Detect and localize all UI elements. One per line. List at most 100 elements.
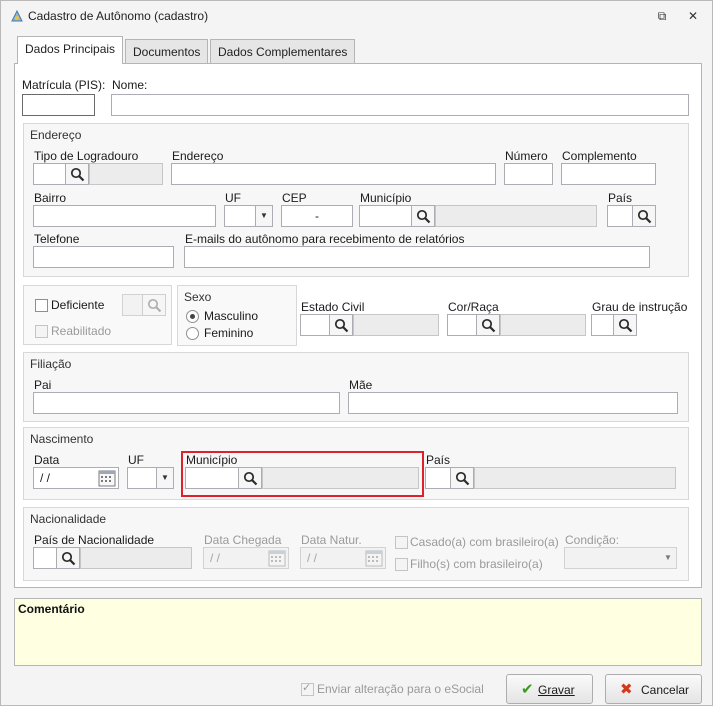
nascimento-pais-search-button[interactable] <box>450 467 474 489</box>
matricula-input[interactable] <box>22 94 95 116</box>
tipo-logradouro-code-input[interactable] <box>33 163 66 185</box>
nascimento-uf-dropdown-button[interactable]: ▼ <box>156 467 174 489</box>
cep-input[interactable]: - <box>281 205 353 227</box>
tab-dados-principais[interactable]: Dados Principais <box>17 36 124 64</box>
grau-instrucao-label: Grau de instrução <box>592 300 688 314</box>
nascimento-pais-code-input[interactable] <box>425 467 451 489</box>
sexo-masculino-label: Masculino <box>204 309 259 323</box>
deficiencia-search-button <box>142 294 166 316</box>
pais-nacionalidade-search-button[interactable] <box>56 547 80 569</box>
search-icon <box>70 167 85 182</box>
uf-select[interactable] <box>224 205 258 227</box>
grau-instrucao-code-input[interactable] <box>591 314 615 336</box>
complemento-input[interactable] <box>561 163 656 185</box>
comentario-label: Comentário <box>18 602 85 616</box>
complemento-label: Complemento <box>562 149 637 163</box>
tab-documentos[interactable]: Documentos <box>125 39 209 63</box>
casado-brasileiro-checkbox <box>395 536 408 549</box>
nascimento-pais-desc-field <box>474 467 676 489</box>
nome-input[interactable] <box>111 94 689 116</box>
estado-civil-code-input[interactable] <box>300 314 330 336</box>
nascimento-title: Nascimento <box>30 432 94 446</box>
deficiente-label: Deficiente <box>51 298 105 312</box>
restore-button[interactable]: ⧉ <box>654 8 670 24</box>
nascimento-data-label: Data <box>34 453 60 467</box>
nascimento-uf-label: UF <box>128 453 144 467</box>
mae-label: Mãe <box>349 378 373 392</box>
filhos-brasileiro-label: Filho(s) com brasileiro(a) <box>410 557 543 571</box>
condicao-label: Condição: <box>565 533 620 547</box>
cancelar-button[interactable]: ✖ Cancelar <box>605 674 702 704</box>
municipio-label: Município <box>360 191 412 205</box>
grau-instrucao-search-button[interactable] <box>613 314 637 336</box>
cep-label: CEP <box>282 191 307 205</box>
gravar-label: Gravar <box>538 683 575 697</box>
cor-raca-search-button[interactable] <box>476 314 500 336</box>
reabilitado-checkbox <box>35 325 48 338</box>
cancelar-label: Cancelar <box>641 683 690 697</box>
deficiente-checkbox[interactable] <box>35 299 48 312</box>
app-icon <box>11 9 23 22</box>
nome-label: Nome: <box>112 78 148 92</box>
tipo-logradouro-desc-field <box>89 163 163 185</box>
search-icon <box>61 551 76 566</box>
mae-input[interactable] <box>348 392 678 414</box>
close-button[interactable]: ✕ <box>685 8 701 24</box>
tipo-logradouro-search-button[interactable] <box>65 163 89 185</box>
search-icon <box>334 318 349 333</box>
search-icon <box>147 298 162 313</box>
filiacao-title: Filiação <box>30 357 72 371</box>
telefone-input[interactable] <box>33 246 174 268</box>
municipio-code-input[interactable] <box>359 205 412 227</box>
enviar-esocial-label: Enviar alteração para o eSocial <box>317 682 484 696</box>
data-natur-label: Data Natur. <box>301 533 362 547</box>
window: Cadastro de Autônomo (cadastro) ⧉ ✕ Dado… <box>0 0 713 706</box>
search-icon <box>416 209 431 224</box>
filhos-brasileiro-checkbox <box>395 558 408 571</box>
endereco-input[interactable] <box>171 163 496 185</box>
casado-brasileiro-label: Casado(a) com brasileiro(a) <box>410 535 559 549</box>
nacionalidade-title: Nacionalidade <box>30 512 107 526</box>
pais-code-input[interactable] <box>607 205 633 227</box>
calendar-icon <box>268 550 286 567</box>
chevron-down-icon: ▼ <box>161 473 169 482</box>
pais-search-button[interactable] <box>632 205 656 227</box>
check-icon: ✓ <box>302 682 312 694</box>
endereco-label: Endereço <box>172 149 224 163</box>
cor-raca-desc-field <box>500 314 586 336</box>
bairro-input[interactable] <box>33 205 216 227</box>
uf-label: UF <box>225 191 241 205</box>
deficiencia-code-input <box>122 294 143 316</box>
chevron-down-icon: ▼ <box>664 553 672 562</box>
chevron-down-icon: ▼ <box>260 211 268 220</box>
sexo-feminino-radio[interactable] <box>186 327 199 340</box>
search-icon <box>455 471 470 486</box>
gravar-button[interactable]: ✔ Gravar <box>506 674 593 704</box>
cor-raca-label: Cor/Raça <box>448 300 499 314</box>
pais-label: País <box>608 191 633 205</box>
bairro-label: Bairro <box>34 191 67 205</box>
endereco-title: Endereço <box>30 128 82 142</box>
municipio-search-button[interactable] <box>411 205 435 227</box>
sexo-masculino-radio[interactable] <box>186 310 199 323</box>
data-chegada-label: Data Chegada <box>204 533 282 547</box>
check-icon: ✔ <box>521 681 534 698</box>
pais-nacionalidade-desc-field <box>80 547 192 569</box>
search-icon <box>637 209 652 224</box>
tab-dados-complementares[interactable]: Dados Complementares <box>210 39 356 63</box>
pai-input[interactable] <box>33 392 340 414</box>
estado-civil-desc-field <box>353 314 439 336</box>
emails-input[interactable] <box>184 246 650 268</box>
tipo-logradouro-label: Tipo de Logradouro <box>34 149 139 163</box>
comentario-area[interactable]: Comentário <box>14 598 702 666</box>
uf-dropdown-button[interactable]: ▼ <box>255 205 273 227</box>
cor-raca-code-input[interactable] <box>447 314 477 336</box>
nascimento-pais-label: País <box>426 453 451 467</box>
numero-input[interactable] <box>504 163 553 185</box>
nascimento-uf-select[interactable] <box>127 467 157 489</box>
pai-label: Pai <box>34 378 52 392</box>
estado-civil-search-button[interactable] <box>329 314 353 336</box>
telefone-label: Telefone <box>34 232 80 246</box>
calendar-icon[interactable] <box>97 468 117 488</box>
pais-nacionalidade-code-input[interactable] <box>33 547 57 569</box>
